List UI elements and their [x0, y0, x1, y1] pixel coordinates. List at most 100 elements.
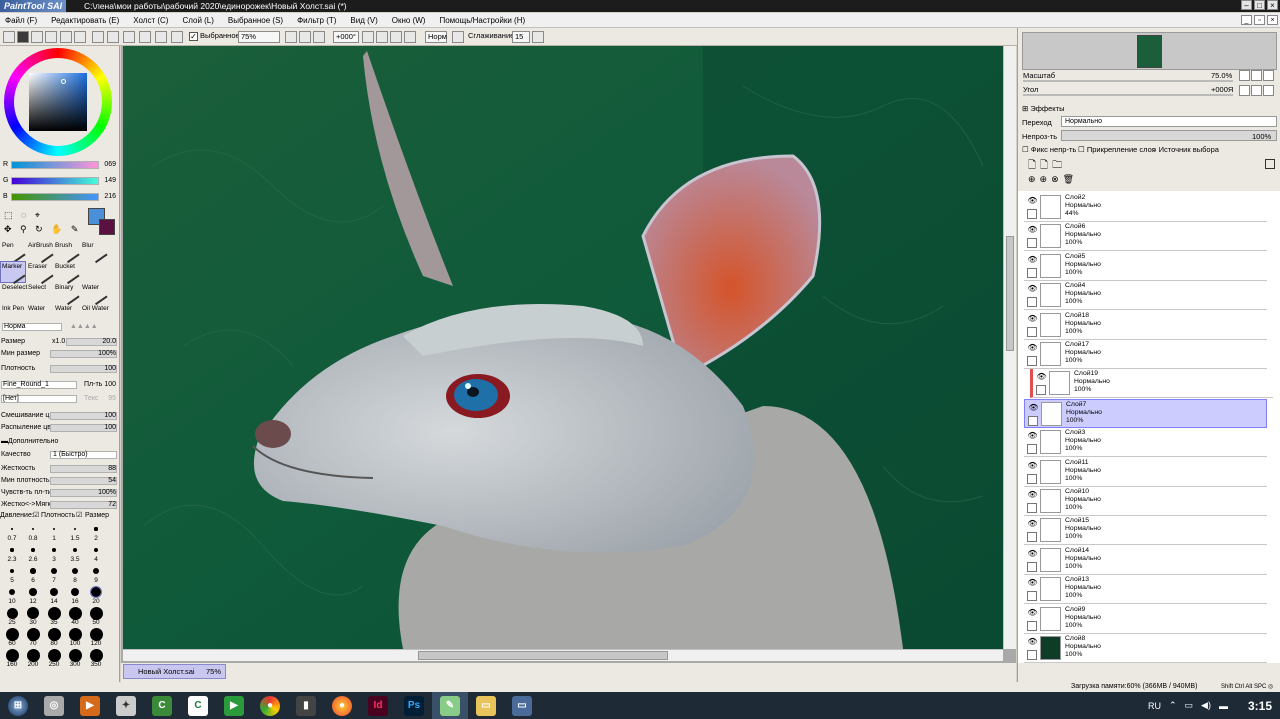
layer-item[interactable]: 👁 Слой15 Нормально 100%	[1024, 516, 1267, 546]
brush-size-preset[interactable]	[5, 627, 19, 641]
layer-item[interactable]: 👁 Слой6 Нормально 100%	[1024, 222, 1267, 252]
eye-icon[interactable]: 👁	[1027, 255, 1038, 264]
tool-water2[interactable]: Water	[28, 305, 45, 312]
undo-icon[interactable]	[123, 31, 135, 43]
brush-size-preset[interactable]	[26, 606, 40, 620]
canvas-vertical-scrollbar[interactable]	[1003, 46, 1016, 649]
eye-icon[interactable]: 👁	[1027, 578, 1038, 587]
stabilizer-toggle-icon[interactable]	[452, 31, 464, 43]
smoothing-dropdown-icon[interactable]	[532, 31, 544, 43]
menu-edit[interactable]: Редактировать (E)	[51, 16, 119, 25]
layer-select-checkbox[interactable]	[1027, 356, 1037, 366]
layer-action-icons-row1[interactable]: 🗋🗋🗀	[1028, 158, 1066, 175]
taskbar-app-3-icon[interactable]: ✦	[108, 692, 144, 719]
layer-select-checkbox[interactable]	[1027, 561, 1037, 572]
menu-file[interactable]: Файл (F)	[5, 16, 37, 25]
layer-item[interactable]: 👁 Слой17 Нормально 100%	[1024, 340, 1267, 369]
flip-icon[interactable]	[404, 31, 416, 43]
brush-size-preset[interactable]	[70, 587, 80, 597]
pressure-density-checkbox[interactable]: ☑	[33, 510, 39, 521]
navigator-buttons[interactable]	[1239, 70, 1279, 98]
secondary-color-swatch[interactable]	[99, 219, 115, 235]
layer-select-checkbox[interactable]	[1027, 267, 1037, 278]
brush-size-preset[interactable]	[26, 627, 40, 641]
brush-size-preset[interactable]	[49, 587, 59, 597]
tray-arrow-icon[interactable]: ⌃	[1169, 700, 1177, 711]
layer-select-checkbox[interactable]	[1027, 620, 1037, 631]
layer-item[interactable]: 👁 Слой18 Нормально 100%	[1024, 310, 1267, 340]
brush-shape-icons[interactable]: ▲▲▲▲	[70, 321, 98, 332]
clipping-option[interactable]: ☐ Прикрепление слоя	[1078, 145, 1156, 154]
navigator-preview[interactable]	[1022, 32, 1277, 70]
layer-panel-menu-icon[interactable]	[1265, 159, 1275, 169]
layer-action-icons-row2[interactable]: ⊕⊕⊗🗑	[1028, 174, 1078, 185]
canvas-horizontal-scrollbar[interactable]	[123, 649, 1003, 661]
brush-size-preset[interactable]	[8, 588, 16, 596]
gradient-tab-icon[interactable]	[74, 31, 86, 43]
layer-item[interactable]: 👁 Слой8 Нормально 100%	[1024, 634, 1267, 663]
layer-item[interactable]: 👁 Слой4 Нормально 100%	[1024, 281, 1267, 311]
eye-icon[interactable]: 👁	[1027, 314, 1038, 323]
menu-layer[interactable]: Слой (L)	[182, 16, 213, 25]
tray-app-icon[interactable]: ▬	[1219, 701, 1228, 711]
preserve-opacity-option[interactable]: ☐ Фикс непр-ть	[1022, 145, 1076, 154]
document-tab[interactable]: Новый Холст.sai 75%	[123, 664, 226, 679]
brush-size-preset[interactable]	[68, 648, 82, 662]
tool-pen[interactable]: Pen	[2, 242, 14, 249]
brush-size-preset[interactable]	[68, 627, 82, 641]
taskbar-sai-icon[interactable]: ✎	[432, 692, 468, 719]
scratchpad-tab-icon[interactable]	[45, 31, 57, 43]
toolbar-extra2-icon[interactable]	[107, 31, 119, 43]
brush-size-preset[interactable]	[90, 586, 102, 598]
selection-source-option[interactable]: ○ Источник выбора	[1152, 145, 1219, 154]
layer-select-checkbox[interactable]	[1027, 209, 1037, 219]
selection-tools-row[interactable]: ⬚ ◌ ⌖	[4, 210, 43, 221]
layer-select-checkbox[interactable]	[1027, 591, 1037, 602]
redo-icon[interactable]	[139, 31, 151, 43]
angle-field[interactable]: +000°	[333, 31, 359, 43]
brush-size-preset[interactable]	[94, 527, 98, 531]
eye-icon[interactable]: 👁	[1027, 608, 1038, 617]
brush-size-preset[interactable]	[26, 648, 40, 662]
angle-slider[interactable]	[1023, 94, 1233, 96]
menu-view[interactable]: Вид (V)	[350, 16, 377, 25]
taskbar-app-8-icon[interactable]: ▮	[288, 692, 324, 719]
brush-size-preset[interactable]	[47, 627, 61, 641]
eye-icon[interactable]: 👁	[1027, 225, 1038, 234]
horizontal-scroll-thumb[interactable]	[418, 651, 668, 660]
eye-icon[interactable]: 👁	[1027, 490, 1038, 499]
brush-size-preset[interactable]	[6, 607, 18, 619]
deselect-icon[interactable]	[155, 31, 167, 43]
brush-size-preset[interactable]	[89, 648, 103, 662]
taskbar-player-icon[interactable]: ▶	[216, 692, 252, 719]
layer-item[interactable]: 👁 Слой2 Нормально 44%	[1024, 193, 1267, 222]
layer-select-checkbox[interactable]	[1027, 650, 1037, 660]
eye-icon[interactable]: 👁	[1027, 284, 1038, 293]
eye-icon[interactable]: 👁	[1027, 461, 1038, 470]
brush-size-preset[interactable]	[52, 527, 56, 531]
tool-deselect[interactable]: Deselect	[2, 284, 27, 291]
stabilizer-mode-button[interactable]: Норм	[425, 31, 447, 43]
brush-size-preset[interactable]	[47, 606, 61, 620]
tool-oil-water[interactable]: Oil Water	[82, 305, 109, 312]
layer-item[interactable]: 👁 Слой19 Нормально 100%	[1030, 369, 1273, 399]
brush-size-preset[interactable]	[73, 527, 77, 531]
layer-select-checkbox[interactable]	[1027, 297, 1037, 308]
close-button[interactable]: ×	[1267, 0, 1278, 10]
maximize-button[interactable]: □	[1254, 0, 1265, 10]
brush-size-preset[interactable]	[68, 606, 82, 620]
network-icon[interactable]: ▭	[1185, 700, 1194, 711]
vertical-scroll-thumb[interactable]	[1006, 236, 1014, 351]
minimize-button[interactable]: –	[1241, 0, 1252, 10]
brush-size-preset[interactable]	[71, 567, 79, 575]
brush-size-preset[interactable]	[31, 548, 35, 552]
pressure-size-checkbox[interactable]: ☑	[76, 510, 82, 521]
tool-water[interactable]: Water	[82, 284, 99, 291]
doc-minimize-button[interactable]: _	[1241, 15, 1252, 25]
taskbar-app-1-icon[interactable]: ◎	[36, 692, 72, 719]
drawing-canvas[interactable]	[123, 46, 1003, 649]
rotate-right-icon[interactable]	[376, 31, 388, 43]
language-indicator[interactable]: RU	[1148, 701, 1161, 711]
clock[interactable]: 3:15	[1248, 699, 1272, 713]
layer-select-checkbox[interactable]	[1036, 385, 1046, 396]
